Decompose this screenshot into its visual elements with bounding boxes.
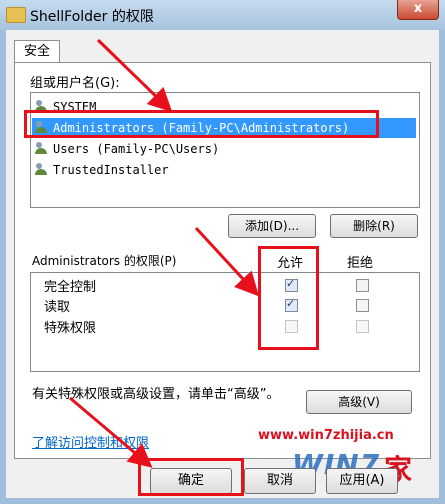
arrow-to-user: [96, 38, 173, 113]
arrow-to-allow: [194, 226, 260, 297]
arrow-to-ok: [69, 396, 153, 468]
annotation-arrows: [69, 38, 260, 468]
